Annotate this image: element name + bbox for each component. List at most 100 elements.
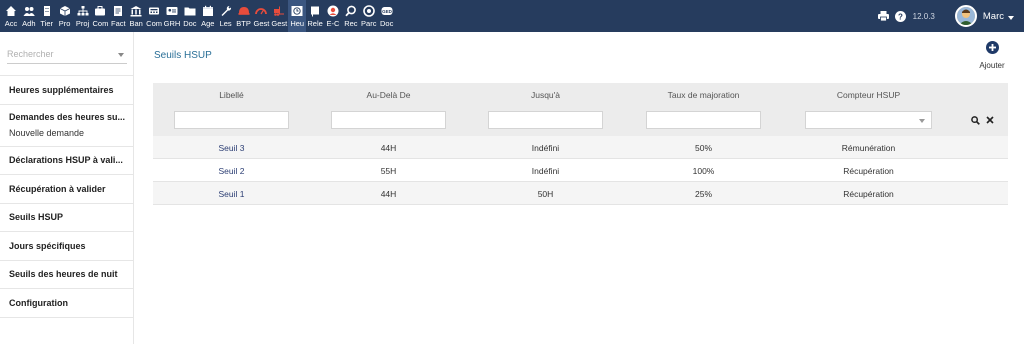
cell-au-dela-de: 44H (380, 143, 397, 153)
module-label: Gest (271, 19, 288, 28)
filter-jusqua-input[interactable] (488, 111, 603, 129)
app-version: 12.0.3 (912, 11, 935, 21)
cell-jusqua: Indéfini (531, 166, 560, 176)
module-ec-18[interactable]: E-C (324, 0, 342, 32)
module-com-8[interactable]: Com (145, 0, 163, 32)
help-icon[interactable]: ? (894, 9, 908, 23)
module-label: Age (201, 19, 215, 28)
module-com-5[interactable]: Com (91, 0, 109, 32)
sidebar-item-recuperation[interactable]: Récupération à valider (0, 174, 134, 203)
sidebar-item-label: Seuils HSUP (9, 212, 64, 223)
cell-au-dela-de: 44H (380, 189, 397, 199)
sidebar-item-seuils-hsup[interactable]: Seuils HSUP (0, 202, 134, 232)
search-input[interactable]: Rechercher (7, 46, 127, 64)
sidebar-item-label: Récupération à valider (9, 183, 106, 194)
cell-libelle[interactable]: Seuil 1 (174, 189, 289, 199)
sidebar-item-jours-specifiques[interactable]: Jours spécifiques (0, 231, 134, 260)
module-grh-9[interactable]: GRH (163, 0, 181, 32)
cell-taux: 50% (694, 143, 712, 153)
clock-list-icon (291, 5, 303, 17)
module-btp-13[interactable]: BTP (235, 0, 253, 32)
module-gest-14[interactable]: Gest (252, 0, 270, 32)
module-pro-3[interactable]: Pro (56, 0, 74, 32)
module-ban-7[interactable]: Ban (127, 0, 145, 32)
module-doc-10[interactable]: Doc (181, 0, 199, 32)
calendar-icon (202, 5, 214, 17)
column-header-compteur[interactable]: Compteur HSUP (805, 90, 932, 100)
cube-icon (59, 5, 71, 17)
module-rele-17[interactable]: Rele (306, 0, 324, 32)
cell-taux: 25% (694, 189, 712, 199)
chevron-down-icon (118, 53, 124, 57)
filter-taux-input[interactable] (646, 111, 761, 129)
module-label: Fact (111, 19, 126, 28)
id-card-icon (166, 5, 178, 17)
column-header-au-dela-de[interactable]: Au-Delà De (331, 90, 446, 100)
table-row[interactable]: Seuil 3 44H Indéfini 50% Rémunération (153, 136, 1008, 159)
sidebar: Rechercher Heures supplémentaires Demand… (0, 32, 134, 344)
filter-au-dela-de-input[interactable] (331, 111, 446, 129)
sidebar-item-declarations[interactable]: Déclarations HSUP à vali... (0, 145, 134, 175)
column-header-libelle[interactable]: Libellé (174, 90, 289, 100)
module-label: Tier (40, 19, 54, 28)
add-button[interactable]: Ajouter (974, 41, 1010, 70)
ged-icon: GED (381, 5, 393, 17)
sidebar-item-seuils-nuit[interactable]: Seuils des heures de nuit (0, 259, 134, 289)
flag-icon (309, 5, 321, 17)
print-icon[interactable] (877, 9, 891, 23)
column-header-taux[interactable]: Taux de majoration (646, 90, 761, 100)
wrench-icon (220, 5, 232, 17)
chevron-down-icon[interactable] (1008, 7, 1014, 25)
module-tier-2[interactable]: Tier (38, 0, 56, 32)
search-placeholder: Rechercher (7, 49, 54, 59)
module-gest-15[interactable]: Gest (270, 0, 288, 32)
sidebar-item-demandes[interactable]: Demandes des heures su... Nouvelle deman… (0, 103, 134, 146)
sidebar-menu: Heures supplémentaires Demandes des heur… (0, 75, 134, 318)
filter-libelle-input[interactable] (174, 111, 289, 129)
table-row[interactable]: Seuil 2 55H Indéfini 100% Récupération (153, 159, 1008, 182)
module-acc-0[interactable]: Acc (2, 0, 20, 32)
module-label: Adh (22, 19, 36, 28)
module-label: Heu (290, 19, 305, 28)
module-doc-21[interactable]: GED Doc (378, 0, 396, 32)
sidebar-item-configuration[interactable]: Configuration (0, 288, 134, 317)
user-avatar[interactable] (954, 5, 977, 27)
calculator-icon (148, 5, 160, 17)
module-label: Com (92, 19, 109, 28)
module-adh-1[interactable]: Adh (20, 0, 38, 32)
username[interactable]: Marc (983, 11, 1004, 22)
sidebar-item-label: Jours spécifiques (9, 240, 86, 251)
topbar-right: ? 12.0.3 Marc (877, 0, 1024, 32)
building-icon (41, 5, 53, 17)
module-les-12[interactable]: Les (217, 0, 235, 32)
search-icon[interactable] (970, 115, 980, 125)
plus-circle-icon (985, 41, 999, 59)
gauge-icon (255, 5, 268, 17)
module-label: Gest (253, 19, 270, 28)
module-rec-19[interactable]: Rec (342, 0, 360, 32)
bank-icon (130, 5, 142, 17)
cell-libelle[interactable]: Seuil 2 (174, 166, 289, 176)
module-label: Proj (75, 19, 90, 28)
column-header-jusqua[interactable]: Jusqu'à (488, 90, 603, 100)
module-age-11[interactable]: Age (199, 0, 217, 32)
table-row[interactable]: Seuil 1 44H 50H 25% Récupération (153, 182, 1008, 205)
module-label: Ban (129, 19, 143, 28)
cell-jusqua: Indéfini (531, 143, 560, 153)
close-icon[interactable] (985, 115, 995, 125)
module-label: Doc (379, 19, 394, 28)
module-label: Pro (58, 19, 71, 28)
module-fact-6[interactable]: Fact (109, 0, 127, 32)
sidebar-item-heures-supplementaires[interactable]: Heures supplémentaires (0, 75, 134, 104)
cell-compteur: Rémunération (841, 143, 896, 153)
circle-icon (362, 5, 375, 17)
module-parc-20[interactable]: Parc (360, 0, 378, 32)
cell-libelle[interactable]: Seuil 3 (174, 143, 289, 153)
module-proj-4[interactable]: Proj (74, 0, 92, 32)
module-label: E-C (326, 19, 340, 28)
sidebar-subitem-nouvelle-demande[interactable]: Nouvelle demande (9, 128, 84, 138)
helmet-icon (238, 5, 250, 17)
filter-compteur-select[interactable] (805, 111, 932, 129)
module-heu-16[interactable]: Heu (288, 0, 307, 32)
thresholds-table: Libellé Au-Delà De Jusqu'à Taux de major… (153, 83, 1008, 205)
